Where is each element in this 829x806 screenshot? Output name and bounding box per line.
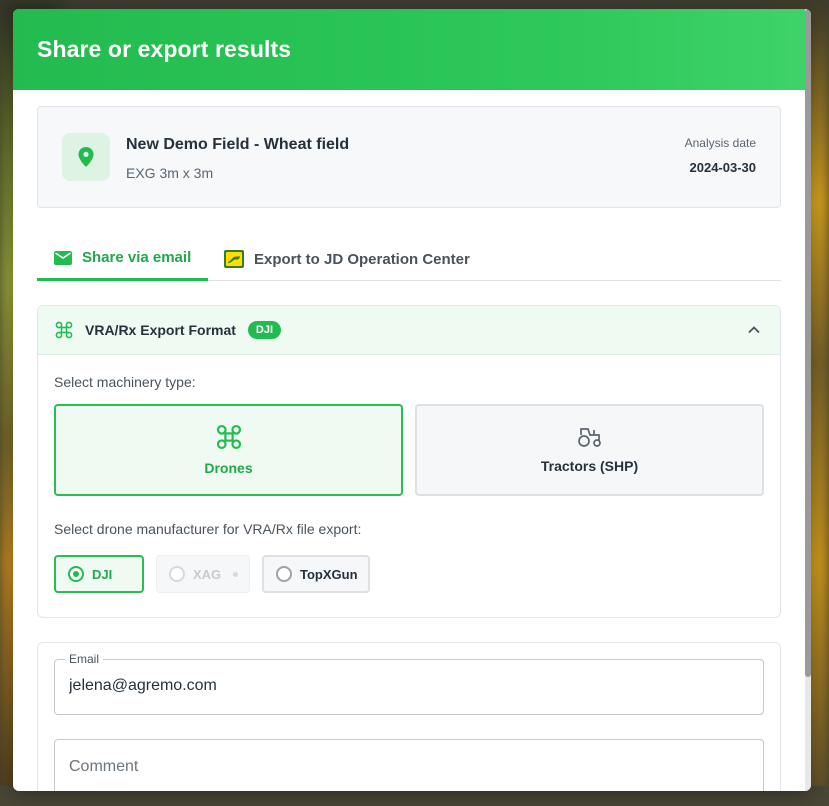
disabled-dot-icon [233, 571, 239, 577]
manufacturer-xag-radio: XAG [156, 555, 250, 593]
share-tabs: Share via email Export to JD Operation C… [37, 237, 781, 281]
john-deere-icon [224, 250, 244, 268]
modal-header: Share or export results [13, 9, 811, 90]
email-form-card: Email [37, 642, 781, 791]
chevron-up-icon[interactable] [746, 322, 762, 338]
manufacturer-topxgun-radio[interactable]: TopXGun [262, 555, 370, 593]
email-input[interactable] [69, 677, 749, 695]
drone-icon [216, 424, 241, 450]
radio-checked-icon [68, 566, 84, 582]
mail-icon [54, 250, 72, 265]
machinery-drones-button[interactable]: Drones [54, 404, 403, 496]
comment-input[interactable] [69, 758, 749, 776]
map-pin-icon [78, 147, 94, 167]
analysis-date-value: 2024-03-30 [689, 160, 757, 175]
comment-field [54, 739, 764, 791]
analysis-date-label: Analysis date [684, 136, 756, 150]
tractor-icon [577, 428, 601, 447]
manufacturer-dji-radio[interactable]: DJI [54, 555, 144, 593]
radio-unchecked-icon [169, 566, 185, 582]
export-format-title: VRA/Rx Export Format [85, 322, 236, 338]
machinery-label: Tractors (SHP) [540, 458, 639, 474]
export-format-panel: VRA/Rx Export Format DJI Select machiner… [37, 305, 781, 618]
field-icon-box [62, 133, 110, 181]
export-format-header[interactable]: VRA/Rx Export Format DJI [38, 306, 780, 355]
tab-label: Export to JD Operation Center [254, 250, 470, 268]
manufacturer-option-label: XAG [193, 566, 222, 582]
field-subtitle: EXG 3m x 3m [126, 165, 214, 181]
modal-title: Share or export results [37, 36, 292, 62]
modal-scrollbar[interactable] [805, 9, 811, 791]
manufacturer-label: Select drone manufacturer for VRA/Rx fil… [54, 521, 362, 537]
scrollbar-thumb[interactable] [805, 9, 811, 677]
radio-unchecked-icon [276, 566, 292, 582]
manufacturer-option-label: DJI [92, 566, 113, 582]
field-name: New Demo Field - Wheat field [126, 136, 350, 153]
share-export-modal: Share or export results New Demo Field -… [13, 9, 811, 791]
field-info-card: New Demo Field - Wheat field EXG 3m x 3m… [37, 106, 781, 208]
format-badge: DJI [247, 321, 282, 339]
tab-label: Share via email [82, 249, 192, 266]
drone-icon [55, 321, 73, 339]
manufacturer-option-label: TopXGun [300, 566, 358, 582]
email-field: Email [54, 652, 764, 715]
machinery-label: Drones [204, 460, 253, 476]
machinery-type-label: Select machinery type: [54, 374, 196, 390]
modal-body: New Demo Field - Wheat field EXG 3m x 3m… [13, 90, 805, 791]
tab-export-jd[interactable]: Export to JD Operation Center [224, 237, 470, 281]
machinery-tractors-button[interactable]: Tractors (SHP) [415, 404, 764, 496]
email-field-label: Email [65, 652, 104, 666]
tab-share-via-email[interactable]: Share via email [37, 237, 208, 281]
